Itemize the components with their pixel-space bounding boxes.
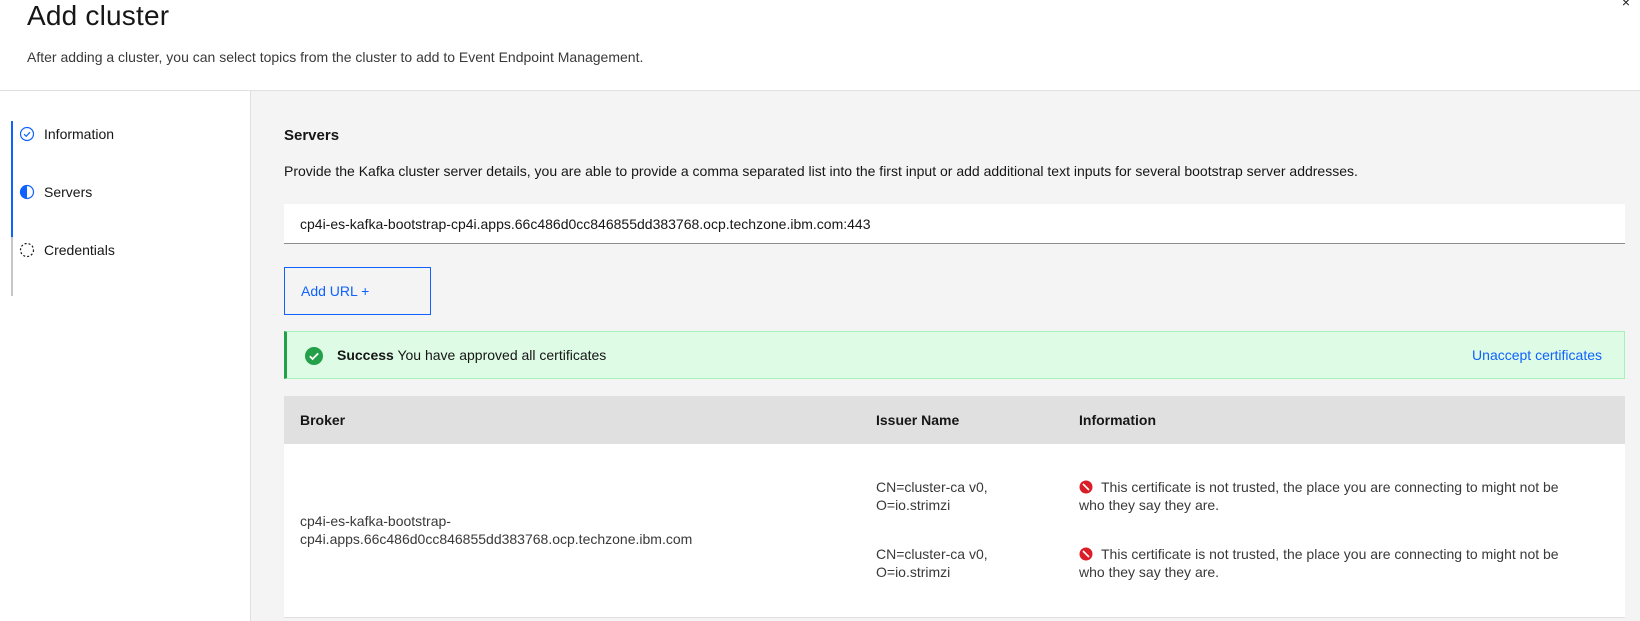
- progress-sidebar: Information Servers Credentials: [0, 91, 251, 621]
- page-title: Add cluster: [27, 0, 170, 31]
- broker-cell: cp4i-es-kafka-bootstrap- cp4i.apps.66c48…: [300, 512, 800, 548]
- broker-text-line: cp4i.apps.66c486d0cc846855dd383768.ocp.t…: [300, 531, 693, 547]
- error-filled-icon: [1079, 547, 1093, 561]
- table-header: Broker Issuer Name Information: [284, 396, 1625, 444]
- issuer-text-line: O=io.strimzi: [876, 564, 951, 580]
- info-warning-text: This certificate is not trusted, the pla…: [1101, 546, 1559, 562]
- server-url-input[interactable]: [284, 204, 1625, 244]
- column-header-issuer-name: Issuer Name: [876, 412, 960, 428]
- info-text-line: This certificate is not trusted, the pla…: [1079, 478, 1599, 496]
- section-title: Servers: [284, 127, 340, 144]
- issuer-text-line: CN=cluster-ca v0,: [876, 479, 988, 495]
- column-header-information: Information: [1079, 412, 1156, 428]
- notification-message: You have approved all certificates: [397, 347, 607, 363]
- dashed-circle-icon: [19, 242, 35, 258]
- progress-fill: [11, 121, 13, 237]
- broker-text-line: cp4i-es-kafka-bootstrap-: [300, 513, 451, 529]
- issuer-name-cell: CN=cluster-ca v0, O=io.strimzi: [876, 545, 1046, 581]
- unaccept-certificates-link[interactable]: Unaccept certificates: [1472, 347, 1602, 363]
- issuer-text-line: O=io.strimzi: [876, 497, 951, 513]
- close-icon[interactable]: ×: [1622, 0, 1630, 10]
- column-header-broker: Broker: [300, 412, 346, 428]
- section-description: Provide the Kafka cluster server details…: [284, 163, 1358, 179]
- issuer-name-cell: CN=cluster-ca v0, O=io.strimzi: [876, 478, 1046, 514]
- error-filled-icon: [1079, 480, 1093, 494]
- step-information[interactable]: Information: [19, 124, 114, 144]
- checkmark-filled-icon: [304, 346, 324, 366]
- step-servers[interactable]: Servers: [19, 182, 92, 202]
- checkmark-outline-icon: [19, 126, 35, 142]
- step-credentials[interactable]: Credentials: [19, 240, 115, 260]
- step-servers-label: Servers: [44, 184, 93, 200]
- info-text-line: This certificate is not trusted, the pla…: [1079, 545, 1599, 563]
- step-credentials-label: Credentials: [44, 242, 115, 258]
- issuer-text-line: CN=cluster-ca v0,: [876, 546, 988, 562]
- info-text-line: who they say they are.: [1079, 497, 1220, 513]
- table-row: cp4i-es-kafka-bootstrap- cp4i.apps.66c48…: [284, 444, 1625, 618]
- step-information-label: Information: [44, 126, 115, 142]
- certificates-table: Broker Issuer Name Information cp4i-es-k…: [284, 396, 1625, 618]
- add-url-button[interactable]: Add URL +: [284, 267, 431, 315]
- information-cell: This certificate is not trusted, the pla…: [1079, 545, 1599, 581]
- info-warning-text: This certificate is not trusted, the pla…: [1101, 479, 1559, 495]
- information-cell: This certificate is not trusted, the pla…: [1079, 478, 1599, 514]
- notification-text: Success You have approved all certificat…: [337, 347, 606, 363]
- success-notification: Success You have approved all certificat…: [284, 331, 1625, 379]
- incomplete-half-icon: [19, 184, 35, 200]
- info-text-line: who they say they are.: [1079, 564, 1220, 580]
- notification-title: Success: [337, 347, 394, 363]
- page-subtitle: After adding a cluster, you can select t…: [27, 49, 644, 65]
- servers-panel: Servers Provide the Kafka cluster server…: [251, 91, 1640, 621]
- modal-header: Add cluster After adding a cluster, you …: [0, 0, 1640, 91]
